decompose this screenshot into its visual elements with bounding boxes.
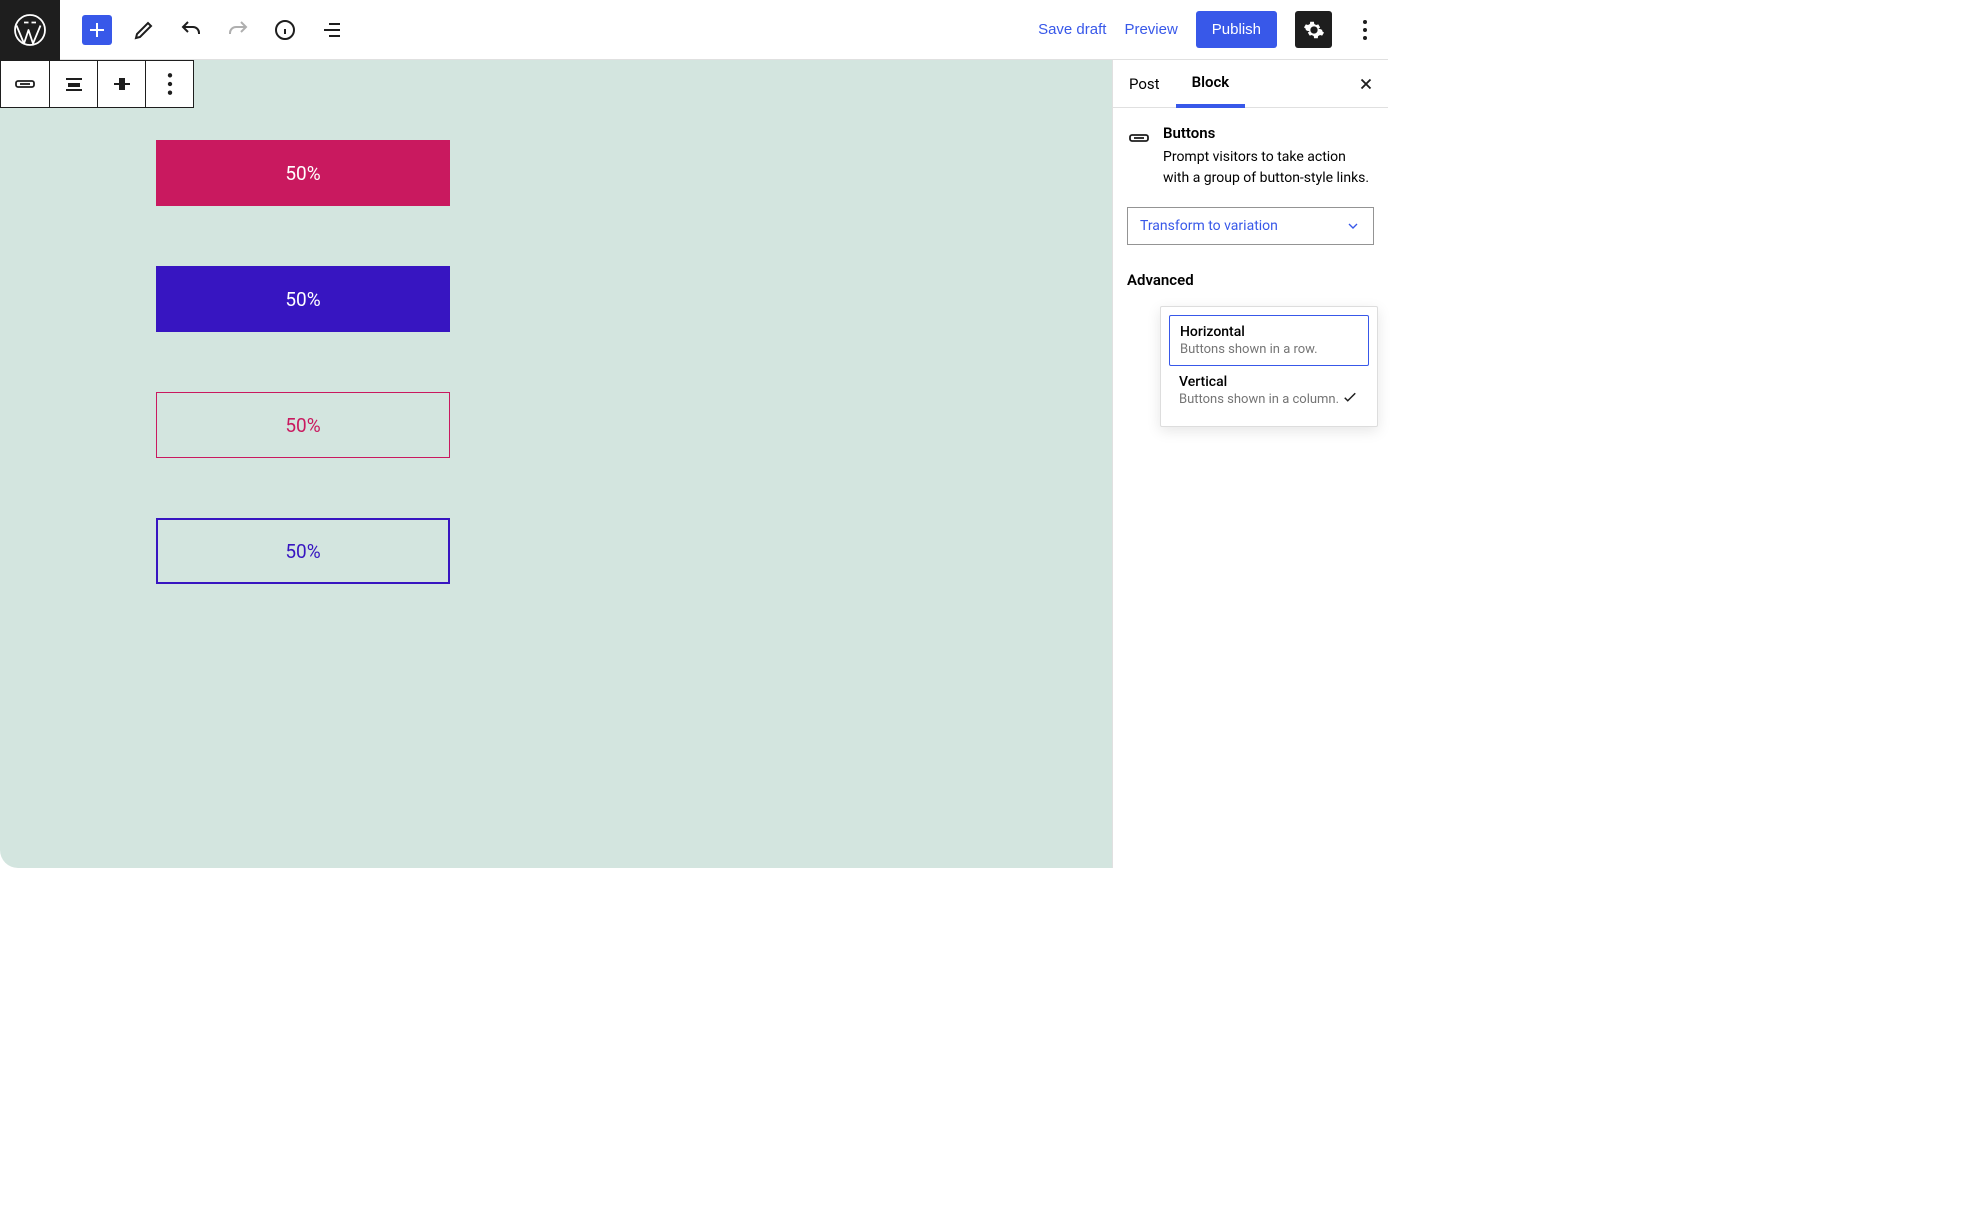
save-draft-button[interactable]: Save draft	[1038, 21, 1106, 38]
block-more-button[interactable]	[145, 61, 193, 107]
add-block-button[interactable]	[82, 15, 112, 45]
buttons-block-icon	[1127, 126, 1151, 189]
variation-dropdown: Horizontal Buttons shown in a row. Verti…	[1160, 306, 1378, 427]
tab-post[interactable]: Post	[1113, 60, 1176, 107]
editor-canvas: 50% 50% 50% 50%	[0, 60, 1112, 868]
variation-option-title: Vertical	[1179, 374, 1339, 390]
settings-sidebar: Post Block Buttons Prompt visitors to ta…	[1112, 60, 1388, 868]
variation-option-horizontal[interactable]: Horizontal Buttons shown in a row.	[1169, 315, 1369, 366]
publish-button[interactable]: Publish	[1196, 11, 1277, 48]
close-sidebar-button[interactable]	[1354, 75, 1378, 93]
block-toolbar	[0, 60, 194, 108]
block-description: Prompt visitors to take action with a gr…	[1163, 147, 1374, 189]
button-block[interactable]: 50%	[156, 266, 450, 332]
variation-option-desc: Buttons shown in a column.	[1179, 392, 1339, 407]
wordpress-logo[interactable]	[0, 0, 60, 60]
variation-select[interactable]: Transform to variation	[1127, 207, 1374, 245]
edit-tool-button[interactable]	[129, 15, 159, 45]
advanced-panel[interactable]: Advanced	[1113, 271, 1388, 289]
button-block[interactable]: 50%	[156, 140, 450, 206]
redo-button[interactable]	[223, 15, 253, 45]
block-title: Buttons	[1163, 122, 1374, 145]
chevron-down-icon	[1345, 218, 1361, 234]
variation-option-desc: Buttons shown in a row.	[1180, 342, 1318, 357]
tab-block[interactable]: Block	[1176, 61, 1246, 108]
variation-select-label: Transform to variation	[1140, 218, 1278, 234]
preview-button[interactable]: Preview	[1124, 21, 1177, 38]
align-button[interactable]	[49, 61, 97, 107]
info-button[interactable]	[270, 15, 300, 45]
undo-button[interactable]	[176, 15, 206, 45]
check-icon	[1341, 388, 1359, 410]
block-type-button[interactable]	[1, 61, 49, 107]
variation-option-vertical[interactable]: Vertical Buttons shown in a column.	[1169, 366, 1369, 418]
settings-button[interactable]	[1295, 11, 1332, 48]
justify-button[interactable]	[97, 61, 145, 107]
outline-button[interactable]	[317, 15, 347, 45]
button-block[interactable]: 50%	[156, 392, 450, 458]
button-block[interactable]: 50%	[156, 518, 450, 584]
more-options-button[interactable]	[1350, 19, 1380, 41]
variation-option-title: Horizontal	[1180, 324, 1318, 340]
